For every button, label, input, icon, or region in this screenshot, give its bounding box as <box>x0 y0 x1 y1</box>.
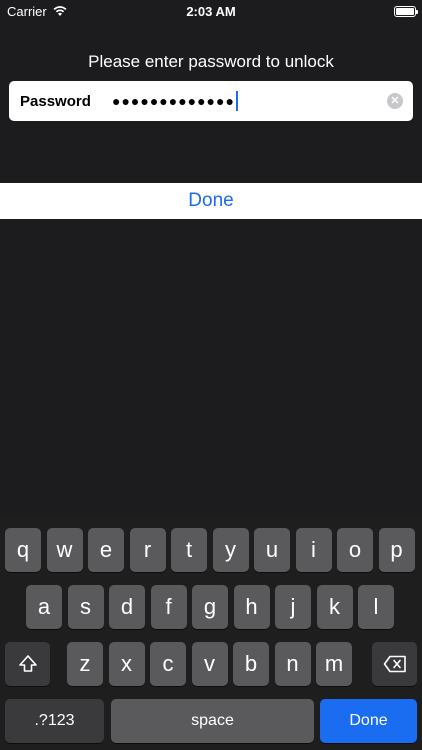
key-r[interactable]: r <box>129 528 166 572</box>
password-input[interactable]: ●●●●●●●●●●●●● <box>112 91 387 111</box>
password-dots: ●●●●●●●●●●●●● <box>112 93 235 109</box>
key-s[interactable]: s <box>67 585 104 629</box>
shift-icon <box>18 655 37 672</box>
password-field[interactable]: Password ●●●●●●●●●●●●● ✕ <box>9 81 413 121</box>
key-y[interactable]: y <box>212 528 249 572</box>
key-f[interactable]: f <box>150 585 187 629</box>
clear-icon[interactable]: ✕ <box>387 93 403 109</box>
return-done-key[interactable]: Done <box>320 699 417 743</box>
key-p[interactable]: p <box>378 528 415 572</box>
key-q[interactable]: q <box>5 528 41 572</box>
key-a[interactable]: a <box>26 585 62 629</box>
wifi-icon <box>53 6 67 16</box>
key-x[interactable]: x <box>108 642 145 686</box>
backspace-icon <box>383 655 406 673</box>
carrier-label: Carrier <box>7 3 47 19</box>
space-key[interactable]: space <box>111 699 314 743</box>
battery-icon <box>394 5 418 17</box>
status-bar: Carrier 2:03 AM <box>0 0 422 22</box>
clock: 2:03 AM <box>186 3 236 19</box>
key-u[interactable]: u <box>254 528 290 572</box>
key-b[interactable]: b <box>233 642 269 686</box>
text-caret <box>235 91 238 111</box>
key-d[interactable]: d <box>109 585 145 629</box>
key-t[interactable]: t <box>171 528 207 572</box>
key-c[interactable]: c <box>150 642 186 686</box>
key-k[interactable]: k <box>316 585 353 629</box>
numbers-key[interactable]: .?123 <box>5 699 104 743</box>
shift-key[interactable] <box>5 642 50 686</box>
keyboard: q w e r t y u i o p a s d f g h j k l z x c v b n m .?123 space Done <box>0 517 422 750</box>
key-m[interactable]: m <box>316 642 352 686</box>
key-e[interactable]: e <box>88 528 124 572</box>
key-w[interactable]: w <box>46 528 83 572</box>
key-l[interactable]: l <box>358 585 394 629</box>
key-g[interactable]: g <box>192 585 228 629</box>
password-label: Password <box>20 92 91 110</box>
delete-key[interactable] <box>372 642 417 686</box>
key-v[interactable]: v <box>191 642 228 686</box>
unlock-prompt: Please enter password to unlock <box>88 52 334 71</box>
key-z[interactable]: z <box>67 642 103 686</box>
key-j[interactable]: j <box>275 585 311 629</box>
done-button[interactable]: Done <box>0 183 422 219</box>
key-n[interactable]: n <box>274 642 311 686</box>
key-h[interactable]: h <box>233 585 270 629</box>
key-o[interactable]: o <box>337 528 373 572</box>
key-i[interactable]: i <box>295 528 332 572</box>
